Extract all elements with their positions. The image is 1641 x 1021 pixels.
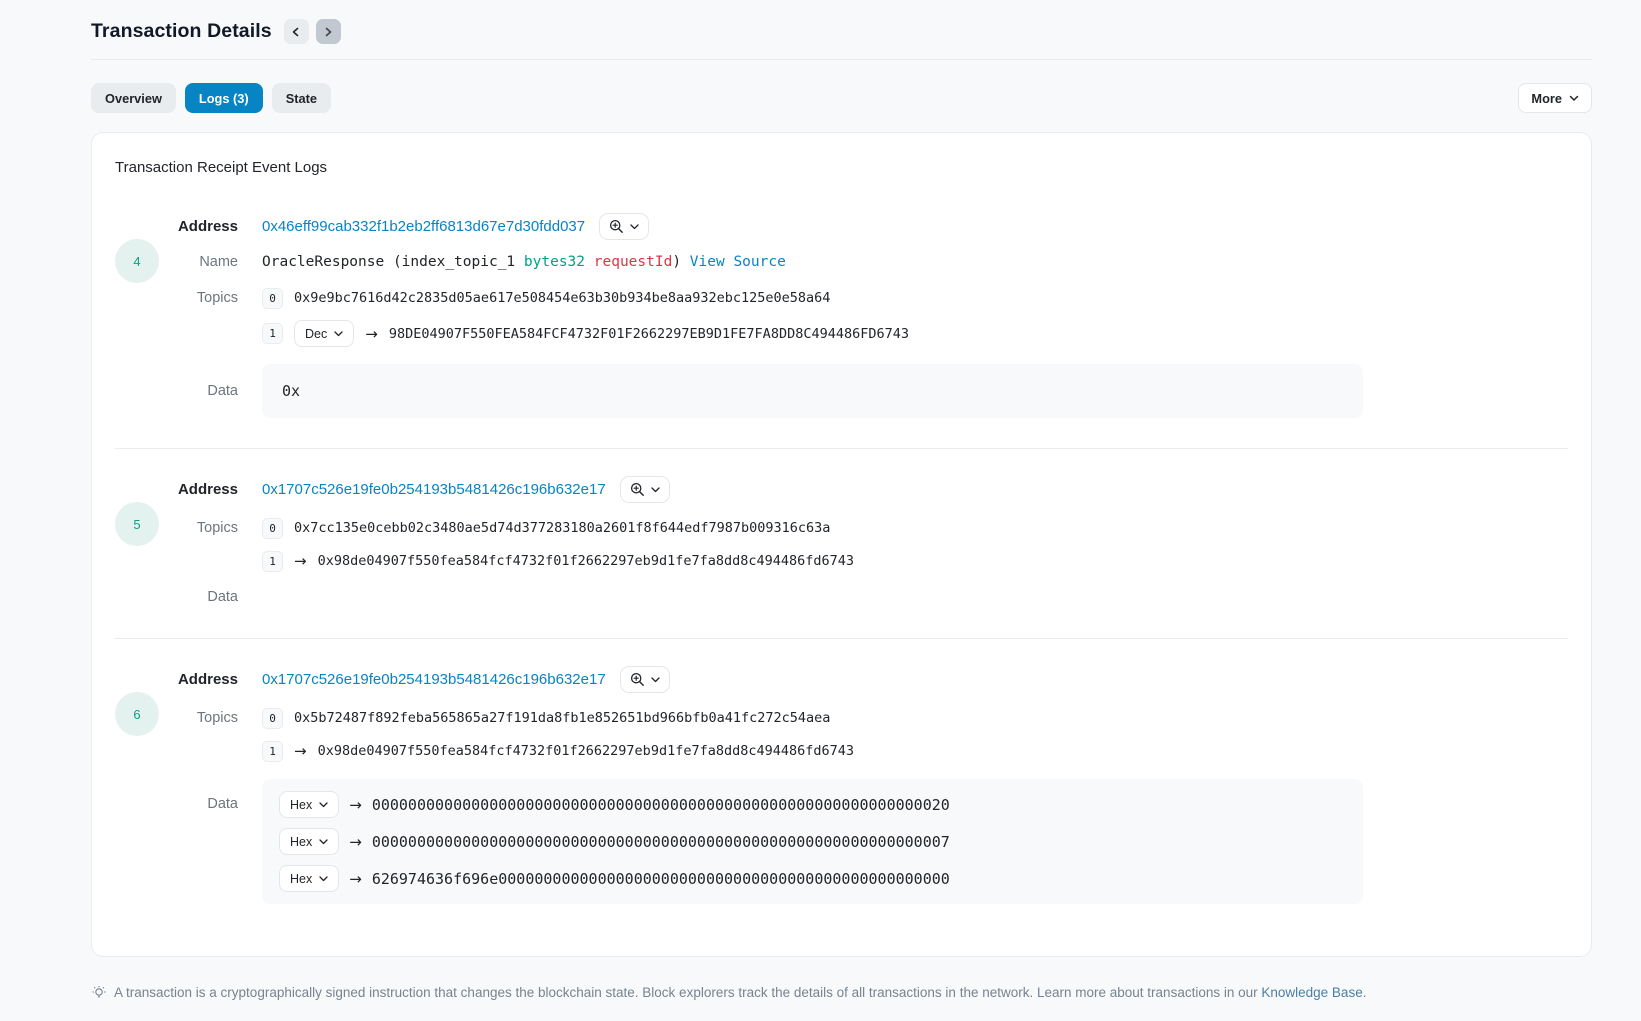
topic-index-badge: 1 bbox=[262, 551, 283, 572]
chevron-down-icon bbox=[651, 487, 660, 493]
topic-value: 0x98de04907f550fea584fcf4732f01f2662297e… bbox=[318, 743, 854, 759]
data-word-value: 0000000000000000000000000000000000000000… bbox=[372, 796, 950, 814]
log-address-link[interactable]: 0x46eff99cab332f1b2eb2ff6813d67e7d30fdd0… bbox=[262, 213, 585, 240]
arrow-right-icon: → bbox=[349, 796, 362, 814]
magnifier-plus-icon bbox=[609, 219, 624, 234]
arrow-right-icon: → bbox=[349, 870, 362, 888]
page-title: Transaction Details bbox=[91, 20, 272, 43]
data-label: Data bbox=[161, 586, 262, 608]
data-word-value: 626974636f696e00000000000000000000000000… bbox=[372, 870, 950, 888]
address-label: Address bbox=[161, 213, 262, 240]
magnifier-plus-icon bbox=[630, 672, 645, 687]
log-address-link[interactable]: 0x1707c526e19fe0b254193b5481426c196b632e… bbox=[262, 666, 606, 693]
tab-overview[interactable]: Overview bbox=[91, 83, 176, 113]
log-data-box: Hex → 0000000000000000000000000000000000… bbox=[262, 779, 1363, 904]
event-method: OracleResponse (index_topic_1 bbox=[262, 254, 524, 270]
chevron-left-icon bbox=[291, 27, 301, 37]
log-entry-4: 4 Address 0x46eff99cab332f1b2eb2ff6813d6… bbox=[115, 186, 1568, 448]
knowledge-base-link[interactable]: Knowledge Base bbox=[1261, 985, 1362, 1000]
topic-format-dropdown[interactable]: Dec bbox=[294, 320, 354, 347]
topic-index-badge: 1 bbox=[262, 323, 283, 344]
lightbulb-icon bbox=[91, 985, 107, 1001]
header-divider bbox=[91, 59, 1592, 60]
address-label: Address bbox=[161, 476, 262, 503]
topic-index-badge: 0 bbox=[262, 708, 283, 729]
topics-label: Topics bbox=[161, 517, 262, 539]
data-format-dropdown[interactable]: Hex bbox=[279, 865, 339, 892]
chevron-down-icon bbox=[630, 224, 639, 230]
log-entry-6: 6 Address 0x1707c526e19fe0b254193b548142… bbox=[115, 638, 1568, 916]
topic-value: 0x7cc135e0cebb02c3480ae5d74d377283180a26… bbox=[294, 520, 830, 536]
arrow-right-icon: → bbox=[294, 552, 307, 570]
arrow-right-icon: → bbox=[365, 325, 378, 343]
page-header: Transaction Details bbox=[91, 19, 1592, 44]
arrow-right-icon: → bbox=[349, 833, 362, 851]
chevron-down-icon bbox=[334, 331, 343, 337]
transaction-tip: A transaction is a cryptographically sig… bbox=[91, 984, 1592, 1021]
topic-index-badge: 1 bbox=[262, 741, 283, 762]
data-word-row-1: Hex → 0000000000000000000000000000000000… bbox=[279, 828, 1346, 855]
chevron-down-icon bbox=[319, 839, 328, 845]
next-transaction-button[interactable] bbox=[316, 19, 341, 44]
tab-bar: Overview Logs (3) State More bbox=[91, 83, 1592, 113]
event-param-type: bytes32 bbox=[524, 254, 585, 270]
topic-index-badge: 0 bbox=[262, 288, 283, 309]
event-param-name: requestId bbox=[594, 254, 673, 270]
log-index-badge: 6 bbox=[115, 692, 159, 736]
name-label: Name bbox=[161, 251, 262, 273]
topic-row-0: 0 0x7cc135e0cebb02c3480ae5d74d377283180a… bbox=[262, 517, 1568, 539]
page-container: Transaction Details Overview Logs (3) St… bbox=[91, 0, 1592, 1021]
event-signature: OracleResponse (index_topic_1 bytes32 re… bbox=[262, 251, 1568, 273]
data-word-value: 0000000000000000000000000000000000000000… bbox=[372, 833, 950, 851]
log-address-link[interactable]: 0x1707c526e19fe0b254193b5481426c196b632e… bbox=[262, 476, 606, 503]
more-dropdown-label: More bbox=[1531, 91, 1562, 106]
topics-label: Topics bbox=[161, 287, 262, 309]
data-format-value: Hex bbox=[290, 872, 312, 886]
data-label: Data bbox=[161, 779, 262, 830]
topic-value: 0x5b72487f892feba565865a27f191da8fb1e852… bbox=[294, 710, 830, 726]
chevron-down-icon bbox=[319, 876, 328, 882]
data-format-dropdown[interactable]: Hex bbox=[279, 828, 339, 855]
log-data-box: 0x bbox=[262, 364, 1363, 418]
event-logs-card: Transaction Receipt Event Logs 4 Address… bbox=[91, 132, 1592, 957]
data-word-row-2: Hex → 626974636f696e00000000000000000000… bbox=[279, 865, 1346, 892]
topic-row-0: 0 0x5b72487f892feba565865a27f191da8fb1e8… bbox=[262, 707, 1568, 729]
tx-nav-buttons bbox=[284, 19, 341, 44]
data-format-dropdown[interactable]: Hex bbox=[279, 791, 339, 818]
address-label: Address bbox=[161, 666, 262, 693]
tab-logs[interactable]: Logs (3) bbox=[185, 83, 263, 113]
address-zoom-button[interactable] bbox=[599, 213, 649, 240]
log-entry-5: 5 Address 0x1707c526e19fe0b254193b548142… bbox=[115, 448, 1568, 638]
data-label: Data bbox=[161, 364, 262, 418]
chevron-down-icon bbox=[1569, 95, 1579, 102]
card-heading: Transaction Receipt Event Logs bbox=[115, 156, 1568, 176]
log-index-badge: 5 bbox=[115, 502, 159, 546]
topic-row-1: 1 Dec → 98DE04907F550FEA584FCF4732F01F26… bbox=[262, 320, 1568, 347]
chevron-down-icon bbox=[319, 802, 328, 808]
arrow-right-icon: → bbox=[294, 742, 307, 760]
topic-value: 98DE04907F550FEA584FCF4732F01F2662297EB9… bbox=[389, 326, 909, 342]
topic-row-1: 1 → 0x98de04907f550fea584fcf4732f01f2662… bbox=[262, 550, 1568, 572]
more-dropdown-button[interactable]: More bbox=[1518, 83, 1592, 113]
data-format-value: Hex bbox=[290, 798, 312, 812]
log-index-badge: 4 bbox=[115, 239, 159, 283]
topic-value: 0x9e9bc7616d42c2835d05ae617e508454e63b30… bbox=[294, 290, 830, 306]
topic-index-badge: 0 bbox=[262, 518, 283, 539]
previous-transaction-button[interactable] bbox=[284, 19, 309, 44]
chevron-down-icon bbox=[651, 677, 660, 683]
address-zoom-button[interactable] bbox=[620, 666, 670, 693]
topics-label: Topics bbox=[161, 707, 262, 729]
topic-row-1: 1 → 0x98de04907f550fea584fcf4732f01f2662… bbox=[262, 740, 1568, 762]
topic-value: 0x98de04907f550fea584fcf4732f01f2662297e… bbox=[318, 553, 854, 569]
tab-state[interactable]: State bbox=[272, 83, 331, 113]
magnifier-plus-icon bbox=[630, 482, 645, 497]
topic-row-0: 0 0x9e9bc7616d42c2835d05ae617e508454e63b… bbox=[262, 287, 1568, 309]
view-source-link[interactable]: View Source bbox=[690, 254, 786, 270]
data-format-value: Hex bbox=[290, 835, 312, 849]
address-zoom-button[interactable] bbox=[620, 476, 670, 503]
data-word-row-0: Hex → 0000000000000000000000000000000000… bbox=[279, 791, 1346, 818]
transaction-tip-text: A transaction is a cryptographically sig… bbox=[114, 984, 1366, 1001]
topic-format-value: Dec bbox=[305, 327, 327, 341]
chevron-right-icon bbox=[323, 27, 333, 37]
